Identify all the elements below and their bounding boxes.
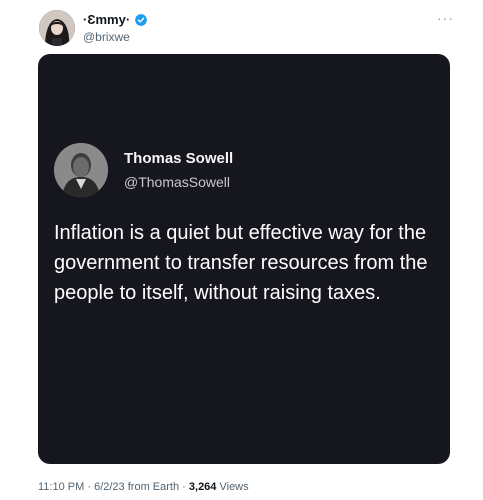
views-label: Views xyxy=(219,481,249,493)
post-date[interactable]: 6/2/23 xyxy=(94,481,125,493)
meta-separator: · xyxy=(87,481,92,493)
post-source: from Earth xyxy=(127,481,180,493)
quote-author-avatar xyxy=(54,143,108,197)
post-media-image[interactable]: Thomas Sowell @ThomasSowell Inflation is… xyxy=(38,54,450,464)
author-display-name[interactable]: ·Ɛmmy· xyxy=(83,12,130,27)
verified-badge-icon xyxy=(135,13,147,26)
author-handle[interactable]: @brixwe xyxy=(83,30,130,44)
quote-author-name: Thomas Sowell xyxy=(124,150,234,167)
post-time[interactable]: 11:10 PM xyxy=(38,481,84,493)
post-header: ·Ɛmmy· @brixwe ··· xyxy=(0,0,483,52)
meta-separator: · xyxy=(182,481,186,493)
author-avatar[interactable] xyxy=(39,10,75,46)
quote-author-handle: @ThomasSowell xyxy=(124,174,231,190)
display-name-row: ·Ɛmmy· xyxy=(83,12,148,27)
views-count[interactable]: 3,264 xyxy=(189,481,217,493)
more-options-icon[interactable]: ··· xyxy=(437,10,454,26)
post-meta: 11:10 PM · 6/2/23 from Earth · 3,264 Vie… xyxy=(38,481,249,493)
quote-text: Inflation is a quiet but effective way f… xyxy=(54,222,428,304)
